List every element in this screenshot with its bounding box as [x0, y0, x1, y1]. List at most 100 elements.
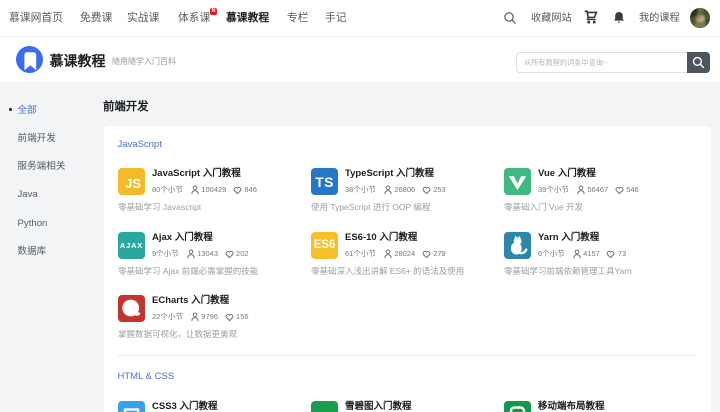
- nav-item-tixi[interactable]: 体系课: [178, 0, 210, 36]
- sprite-icon: [311, 401, 338, 412]
- bookmark-glyph: [24, 52, 37, 71]
- view-count: 13043: [197, 249, 219, 258]
- heart-icon: [606, 250, 615, 258]
- view-count: 4157: [583, 249, 600, 258]
- course-title[interactable]: ECharts 入门教程: [152, 295, 229, 306]
- course-title[interactable]: TypeScript 入门教程: [345, 168, 434, 179]
- vue-v-glyph: [508, 176, 527, 191]
- like-count: 546: [626, 185, 639, 194]
- course-title[interactable]: JavaScript 入门教程: [152, 168, 241, 179]
- course-stats: 38个小节 26806 253: [345, 185, 446, 195]
- avatar-photo: [690, 8, 710, 28]
- lesson-count: 6个小节: [538, 249, 565, 258]
- learners-icon: [384, 185, 392, 195]
- course-desc: 掌握数据可视化，让数据更美观: [118, 328, 238, 339]
- heart-icon: [422, 250, 431, 258]
- course-stats: 6个小节 4157 73: [538, 249, 626, 259]
- echarts-swirl-glyph: [122, 299, 141, 317]
- sidebar-item-all[interactable]: 全部: [18, 105, 37, 117]
- lesson-count: 9个小节: [152, 249, 179, 258]
- new-badge: N: [210, 7, 217, 15]
- section-divider: [118, 355, 697, 356]
- brand-title[interactable]: 慕课教程: [50, 53, 106, 69]
- views-stat: 100429: [191, 185, 226, 195]
- course-desc: 使用 TypeScript 进行 OOP 编程: [311, 201, 431, 212]
- js-icon: JS: [118, 168, 145, 195]
- heart-icon: [225, 313, 233, 321]
- avatar[interactable]: [690, 8, 710, 33]
- nav-item-home[interactable]: 慕课网首页: [9, 0, 63, 36]
- course-title[interactable]: 移动端布局教程: [538, 401, 605, 412]
- lesson-count: 39个小节: [538, 185, 569, 194]
- search-icon[interactable]: [503, 11, 517, 30]
- heart-icon: [233, 186, 242, 194]
- likes-stat: 846: [233, 185, 257, 195]
- search-button[interactable]: [687, 52, 710, 73]
- nav-item-jiaocheng[interactable]: 慕课教程: [226, 0, 269, 36]
- magnifier-glyph-white: [692, 56, 705, 69]
- icon-letters: JS: [125, 176, 141, 191]
- nav-item-shouji[interactable]: 手记: [325, 0, 347, 36]
- sidebar-item-python[interactable]: Python: [18, 218, 48, 230]
- course-desc: 零基础学习 Javascript: [118, 201, 202, 212]
- course-title[interactable]: ES6-10 入门教程: [345, 232, 417, 243]
- course-title[interactable]: CSS3 入门教程: [152, 401, 217, 412]
- brand-tagline: 随用随学入门百科: [112, 57, 176, 66]
- sidebar-item-database[interactable]: 数据库: [18, 246, 47, 258]
- icon-letters: AJAX: [119, 241, 144, 250]
- course-desc: 零基础学习 Ajax 前端必需掌握的技能: [118, 265, 259, 276]
- typescript-icon: TS: [311, 168, 338, 195]
- view-count: 26806: [394, 185, 416, 194]
- heart-icon: [615, 186, 624, 194]
- imooc-wiki-logo[interactable]: [16, 46, 43, 73]
- cart-icon[interactable]: [584, 10, 598, 30]
- css3-icon: [118, 401, 145, 412]
- sidebar-item-java[interactable]: Java: [18, 189, 38, 201]
- lesson-count: 80个小节: [152, 185, 183, 194]
- course-stats: 61个小节 28024 279: [345, 249, 446, 259]
- views-stat: 26806: [384, 185, 415, 195]
- views-stat: 4157: [573, 249, 600, 259]
- like-count: 73: [617, 249, 627, 258]
- learners-icon: [191, 312, 199, 322]
- learners-icon: [187, 249, 195, 259]
- nav-item-favorite[interactable]: 收藏网站: [531, 0, 572, 36]
- magnifier-glyph: [504, 12, 516, 24]
- nav-item-shizhan[interactable]: 实战课: [127, 0, 159, 36]
- lesson-count: 61个小节: [345, 249, 376, 258]
- site-header: 慕课教程 随用随学入门百科: [0, 37, 720, 82]
- vue-icon: [504, 168, 531, 195]
- like-count: 156: [236, 312, 249, 321]
- view-count: 56467: [587, 185, 609, 194]
- section-heading-javascript[interactable]: JavaScript: [118, 139, 162, 150]
- likes-stat: 279: [422, 249, 446, 259]
- course-title[interactable]: Vue 入门教程: [538, 168, 596, 179]
- sidebar-item-server[interactable]: 服务端相关: [18, 161, 66, 173]
- course-stats: 39个小节 56467 546: [538, 185, 639, 195]
- search-input[interactable]: [524, 53, 682, 72]
- icon-letters: TS: [315, 174, 334, 190]
- like-count: 846: [244, 185, 257, 194]
- section-heading-htmlcss[interactable]: HTML & CSS: [118, 371, 175, 382]
- lesson-count: 38个小节: [345, 185, 376, 194]
- sprite-glyph: [311, 401, 338, 412]
- course-title[interactable]: Yarn 入门教程: [538, 232, 599, 243]
- nav-item-free[interactable]: 免费课: [80, 0, 112, 36]
- course-stats: 22个小节 9796 156: [152, 312, 249, 322]
- nav-item-my-courses[interactable]: 我的课程: [639, 0, 680, 36]
- course-title[interactable]: 雪碧图入门教程: [345, 401, 412, 412]
- sidebar-item-frontend[interactable]: 前端开发: [18, 133, 56, 145]
- page-title: 前端开发: [103, 100, 149, 113]
- likes-stat: 546: [615, 185, 639, 195]
- course-stats: 9个小节 13043 202: [152, 249, 249, 259]
- course-desc: 零基础学习前端依赖管理工具Yarn: [504, 265, 632, 276]
- active-bullet: [9, 108, 12, 111]
- likes-stat: 202: [225, 249, 249, 259]
- search-box: [516, 52, 687, 73]
- course-title[interactable]: Ajax 入门教程: [152, 232, 213, 243]
- course-stats: 80个小节 100429 846: [152, 185, 257, 195]
- likes-stat: 73: [606, 249, 626, 259]
- nav-item-zhuanlan[interactable]: 专栏: [287, 0, 309, 36]
- bell-icon[interactable]: [613, 11, 625, 29]
- learners-icon: [384, 249, 392, 259]
